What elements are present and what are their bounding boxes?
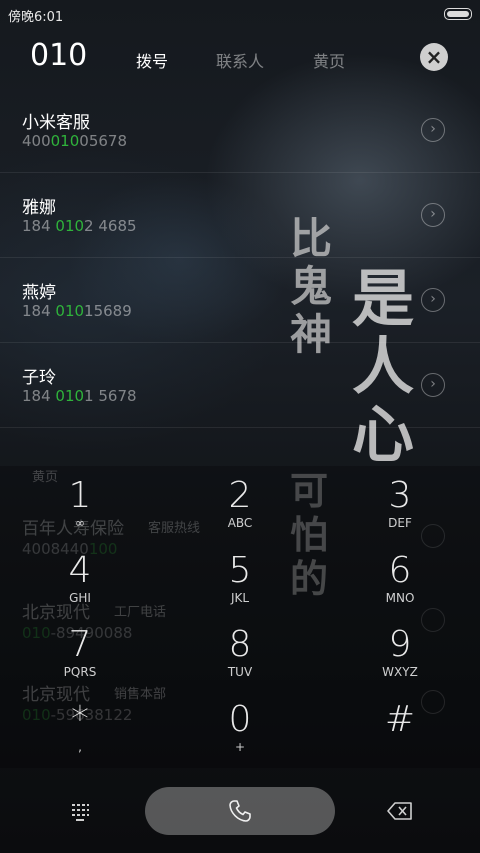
- call-button[interactable]: [145, 787, 335, 835]
- number-suffix: 05678: [79, 132, 127, 150]
- battery-icon: [444, 8, 472, 20]
- contact-number: 184 01015689: [22, 302, 132, 320]
- contact-results-list: 小米客服 40001005678 › 雅娜 184 0102 4685 › 燕婷…: [0, 88, 480, 428]
- number-prefix: 184: [22, 302, 56, 320]
- contact-number: 40001005678: [22, 132, 127, 150]
- key-letters: +: [234, 740, 246, 754]
- number-match: 010: [55, 387, 85, 405]
- key-digit: 3: [388, 475, 412, 516]
- key-digit: 8: [228, 624, 252, 665]
- key-digit: #: [384, 699, 416, 740]
- key-letters: ,: [78, 740, 82, 754]
- key-digit: *: [71, 699, 89, 740]
- key-hash[interactable]: #: [340, 690, 460, 762]
- key-digit: 7: [68, 624, 92, 665]
- chevron-right-icon[interactable]: ›: [421, 203, 445, 227]
- key-2[interactable]: 2 ABC: [180, 466, 300, 538]
- key-7[interactable]: 7 PQRS: [20, 615, 140, 687]
- key-8[interactable]: 8 TUV: [180, 615, 300, 687]
- chevron-right-icon[interactable]: ›: [421, 118, 445, 142]
- number-suffix: 2 4685: [84, 217, 137, 235]
- tab-contacts[interactable]: 联系人: [216, 48, 264, 72]
- list-item[interactable]: 子玲 184 0101 5678 ›: [0, 343, 480, 428]
- close-icon[interactable]: ×: [420, 43, 448, 71]
- key-star[interactable]: * ,: [20, 690, 140, 762]
- dialer-screen: 比 鬼 神 是 人 心 可 怕 的 傍晚6:01 010 拨号 联系人 黄页 ×…: [0, 0, 480, 853]
- key-digit: 6: [388, 550, 412, 591]
- list-item[interactable]: 燕婷 184 01015689 ›: [0, 258, 480, 343]
- key-digit: 5: [228, 550, 252, 591]
- key-digit: 2: [228, 475, 252, 516]
- dialer-bottom-bar: [0, 768, 480, 853]
- list-item[interactable]: 小米客服 40001005678 ›: [0, 88, 480, 173]
- key-digit: 1: [68, 475, 92, 516]
- contact-name: 子玲: [22, 368, 56, 388]
- phone-icon: [226, 797, 254, 825]
- tab-yellow-pages[interactable]: 黄页: [313, 48, 345, 72]
- tab-dial[interactable]: 拨号: [136, 48, 168, 72]
- number-prefix: 184: [22, 387, 56, 405]
- status-bar: 傍晚6:01: [0, 0, 480, 28]
- number-match: 010: [50, 132, 80, 150]
- list-item[interactable]: 雅娜 184 0102 4685 ›: [0, 173, 480, 258]
- chevron-right-icon[interactable]: ›: [421, 288, 445, 312]
- key-0[interactable]: 0 +: [180, 690, 300, 762]
- key-3[interactable]: 3 DEF: [340, 466, 460, 538]
- voicemail-icon: ∞: [75, 516, 85, 530]
- contact-name: 小米客服: [22, 113, 90, 133]
- status-time: 傍晚6:01: [8, 10, 64, 25]
- contact-name: 雅娜: [22, 198, 56, 218]
- key-letters: DEF: [388, 516, 412, 530]
- number-suffix: 15689: [84, 302, 132, 320]
- number-suffix: 1 5678: [84, 387, 137, 405]
- key-digit: 9: [388, 624, 412, 665]
- dialed-number: 010: [30, 38, 88, 73]
- key-5[interactable]: 5 JKL: [180, 541, 300, 613]
- key-digit: 4: [68, 550, 92, 591]
- contact-name: 燕婷: [22, 283, 56, 303]
- key-letters: WXYZ: [382, 665, 418, 679]
- dialpad-toggle-icon[interactable]: [67, 798, 93, 824]
- number-prefix: 400: [22, 132, 51, 150]
- key-4[interactable]: 4 GHI: [20, 541, 140, 613]
- number-match: 010: [55, 302, 85, 320]
- contact-number: 184 0102 4685: [22, 217, 137, 235]
- backspace-icon[interactable]: [386, 798, 412, 824]
- dial-keypad: 1 ∞ 2 ABC 3 DEF 4 GHI 5 JKL 6 MNO 7 PQRS…: [0, 466, 480, 768]
- chevron-right-icon[interactable]: ›: [421, 373, 445, 397]
- key-letters: TUV: [227, 665, 253, 679]
- key-letters: JKL: [230, 591, 250, 605]
- contact-number: 184 0101 5678: [22, 387, 137, 405]
- key-1[interactable]: 1 ∞: [20, 466, 140, 538]
- number-prefix: 184: [22, 217, 56, 235]
- key-letters: ABC: [227, 516, 253, 530]
- key-letters: GHI: [69, 591, 91, 605]
- number-match: 010: [55, 217, 85, 235]
- dialer-header: 010 拨号 联系人 黄页 ×: [0, 36, 480, 80]
- key-letters: MNO: [385, 591, 415, 605]
- key-9[interactable]: 9 WXYZ: [340, 615, 460, 687]
- key-letters: PQRS: [63, 665, 97, 679]
- key-6[interactable]: 6 MNO: [340, 541, 460, 613]
- key-digit: 0: [228, 699, 252, 740]
